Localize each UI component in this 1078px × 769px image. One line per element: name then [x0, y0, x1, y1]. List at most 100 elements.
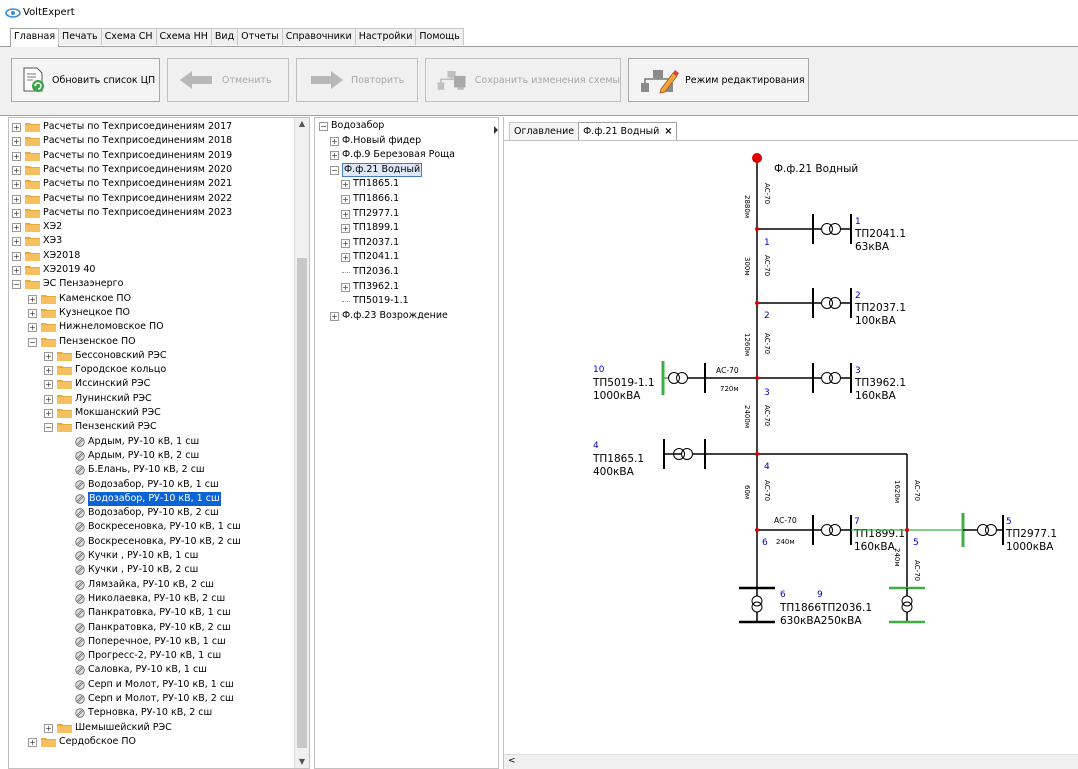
- redo-button[interactable]: Повторить: [296, 58, 418, 102]
- junction-node[interactable]: [755, 376, 759, 380]
- tree-item[interactable]: Серп и Молот, РУ-10 кВ, 1 сш: [9, 678, 295, 692]
- expand-icon[interactable]: +: [28, 294, 37, 304]
- tree-item[interactable]: + Сердобское ПО: [9, 735, 295, 749]
- tree-item[interactable]: + Мокшанский РЭС: [9, 406, 295, 420]
- expand-icon[interactable]: +: [44, 380, 53, 390]
- expand-icon[interactable]: +: [341, 253, 350, 263]
- tree-item[interactable]: + ХЭ2: [9, 220, 295, 234]
- menu-tab[interactable]: Настройки: [354, 28, 417, 45]
- refresh-button[interactable]: Обновить список ЦП: [11, 58, 160, 102]
- junction-node[interactable]: [755, 301, 759, 305]
- tree-item[interactable]: + Кузнецкое ПО: [9, 306, 295, 320]
- expand-icon[interactable]: +: [28, 308, 37, 318]
- tree-item[interactable]: Водозабор, РУ-10 кВ, 1 сш: [9, 491, 295, 506]
- tree-item[interactable]: + Шемышейский РЭС: [9, 721, 295, 735]
- expand-icon[interactable]: +: [341, 238, 350, 248]
- junction-node[interactable]: [755, 452, 759, 456]
- menu-tab[interactable]: Схема НН: [155, 28, 212, 45]
- tree-item[interactable]: + Расчеты по Техприсоединениям 2022: [9, 192, 295, 206]
- expand-icon[interactable]: +: [341, 180, 350, 190]
- tree-item[interactable]: Серп и Молот, РУ-10 кВ, 2 сш: [9, 692, 295, 706]
- expand-icon[interactable]: +: [28, 323, 37, 333]
- expand-icon[interactable]: +: [12, 123, 21, 132]
- collapse-icon[interactable]: −: [28, 337, 37, 347]
- feeder-tree-item[interactable]: + ТП2037.1: [315, 236, 485, 250]
- expand-icon[interactable]: +: [44, 366, 53, 376]
- tree-item[interactable]: − ЭС Пензаэнерго: [9, 277, 295, 291]
- tree-item[interactable]: + Лунинский РЭС: [9, 392, 295, 406]
- collapse-icon[interactable]: −: [330, 165, 339, 175]
- junction-node[interactable]: [905, 528, 909, 532]
- feeder-tree-item[interactable]: ТП2036.1: [315, 265, 485, 279]
- tree-item[interactable]: + ХЭ3: [9, 234, 295, 248]
- junction-node[interactable]: [755, 528, 759, 532]
- expand-icon[interactable]: +: [341, 195, 350, 204]
- tree-item[interactable]: Кучки , РУ-10 кВ, 2 сш: [9, 563, 295, 577]
- feeder-tree-item[interactable]: + Ф.ф.9 Березовая Роща: [315, 148, 485, 162]
- tree-item[interactable]: Николаевка, РУ-10 кВ, 2 сш: [9, 592, 295, 606]
- tree-item[interactable]: − Пензенское ПО: [9, 335, 295, 349]
- tree-item[interactable]: Саловка, РУ-10 кВ, 1 сш: [9, 663, 295, 677]
- tree-item[interactable]: Панкратовка, РУ-10 кВ, 2 сш: [9, 621, 295, 635]
- expand-icon[interactable]: +: [12, 208, 21, 218]
- feeder-tree-item[interactable]: + ТП2977.1: [315, 207, 485, 221]
- tree-item[interactable]: Терновка, РУ-10 кВ, 2 сш: [9, 706, 295, 720]
- tree-item[interactable]: + Городское кольцо: [9, 363, 295, 377]
- expand-icon[interactable]: +: [12, 180, 21, 190]
- scroll-left-icon[interactable]: <: [508, 756, 516, 766]
- tree-item[interactable]: Воскресеновка, РУ-10 кВ, 1 сш: [9, 520, 295, 534]
- tree-item[interactable]: + Расчеты по Техприсоединениям 2017: [9, 120, 295, 134]
- collapse-panel-icon[interactable]: [493, 125, 499, 135]
- scheme-horizontal-scrollbar[interactable]: <: [504, 754, 1078, 769]
- expand-icon[interactable]: +: [12, 266, 21, 275]
- menu-tab[interactable]: Вид: [210, 28, 239, 45]
- scroll-down-icon[interactable]: ▼: [295, 756, 309, 768]
- expand-icon[interactable]: +: [12, 237, 21, 247]
- feeder-tree-item[interactable]: + ТП1899.1: [315, 221, 485, 235]
- tree-item[interactable]: Кучки , РУ-10 кВ, 1 сш: [9, 549, 295, 563]
- scrollbar-thumb[interactable]: [297, 258, 307, 748]
- expand-icon[interactable]: +: [44, 409, 53, 418]
- feeder-tree-item[interactable]: − Ф.ф.21 Водный: [315, 162, 485, 177]
- tree-item[interactable]: + Расчеты по Техприсоединениям 2019: [9, 149, 295, 163]
- tree-item[interactable]: Б.Елань, РУ-10 кВ, 2 сш: [9, 463, 295, 477]
- feeder-tree-item[interactable]: + ТП1865.1: [315, 177, 485, 191]
- expand-icon[interactable]: +: [12, 223, 21, 233]
- tree-item[interactable]: Поперечное, РУ-10 кВ, 1 сш: [9, 635, 295, 649]
- junction-node[interactable]: [755, 227, 759, 231]
- expand-icon[interactable]: +: [12, 194, 21, 204]
- tree-item[interactable]: + Бессоновский РЭС: [9, 349, 295, 363]
- tree-item[interactable]: + ХЭ2018: [9, 249, 295, 263]
- tree-item[interactable]: − Пензенский РЭС: [9, 420, 295, 434]
- tree-item[interactable]: + Нижнеломовское ПО: [9, 320, 295, 334]
- menu-tab[interactable]: Главная: [10, 28, 60, 47]
- expand-icon[interactable]: +: [12, 165, 21, 175]
- undo-button[interactable]: Отменить: [167, 58, 289, 102]
- expand-icon[interactable]: +: [12, 137, 21, 147]
- tree-item[interactable]: Прогресс-2, РУ-10 кВ, 1 сш: [9, 649, 295, 663]
- tree-item[interactable]: + Расчеты по Техприсоединениям 2020: [9, 163, 295, 177]
- expand-icon[interactable]: +: [341, 224, 350, 234]
- tree-item[interactable]: Лямзайка, РУ-10 кВ, 2 сш: [9, 578, 295, 592]
- expand-icon[interactable]: +: [330, 311, 339, 321]
- tree-scrollbar[interactable]: ▲ ▼: [294, 118, 309, 768]
- menu-tab[interactable]: Справочники: [281, 28, 356, 45]
- tree-item[interactable]: + Расчеты по Техприсоединениям 2021: [9, 177, 295, 191]
- expand-icon[interactable]: +: [44, 394, 53, 404]
- feeder-tree-item[interactable]: + ТП1866.1: [315, 192, 485, 206]
- feeder-tree-item[interactable]: − Водозабор: [315, 119, 485, 133]
- feeder-tree-item[interactable]: + ТП3962.1: [315, 280, 485, 294]
- collapse-icon[interactable]: −: [44, 423, 53, 433]
- feeder-tree-item[interactable]: + ТП2041.1: [315, 250, 485, 264]
- feeder-diagram[interactable]: Ф.ф.21 Водный 2880м АС-70 300м АС-70 126…: [504, 117, 1078, 757]
- edit-mode-button[interactable]: Режим редактирования: [628, 58, 809, 102]
- menu-tab[interactable]: Помощь: [415, 28, 464, 45]
- expand-icon[interactable]: +: [44, 351, 53, 361]
- menu-tab[interactable]: Отчеты: [237, 28, 283, 45]
- tree-item[interactable]: + ХЭ2019 40: [9, 263, 295, 277]
- menu-tab[interactable]: Схема СН: [100, 28, 157, 45]
- menu-tab[interactable]: Печать: [58, 28, 102, 45]
- tree-item[interactable]: Воскресеновка, РУ-10 кВ, 2 сш: [9, 535, 295, 549]
- tree-item[interactable]: + Каменское ПО: [9, 292, 295, 306]
- expand-icon[interactable]: +: [28, 737, 37, 747]
